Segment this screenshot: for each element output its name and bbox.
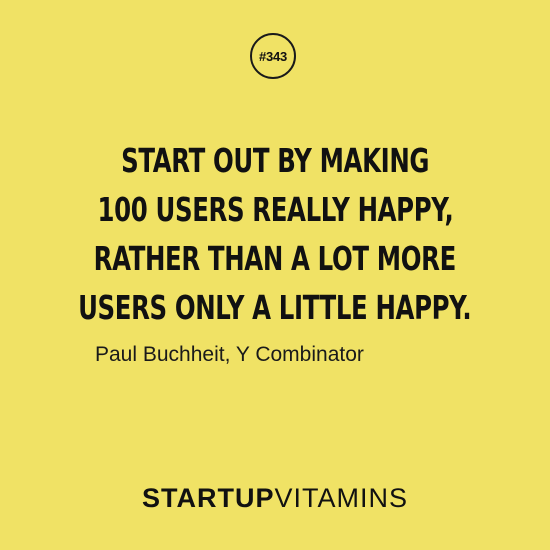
quote-card: #343 START OUT BY MAKING 100 USERS REALL… — [0, 0, 550, 550]
issue-number: #343 — [258, 48, 288, 64]
quote-line: RATHER THAN A LOT MORE — [0, 234, 550, 283]
quote-line-text: 100 USERS REALLY HAPPY, — [97, 190, 453, 229]
quote-author: Paul Buchheit, Y Combinator — [95, 343, 364, 366]
quote-line-text: USERS ONLY A LITTLE HAPPY. — [78, 288, 472, 327]
brand-logo: STARTUPVITAMINS — [0, 483, 550, 514]
quote-text: START OUT BY MAKING 100 USERS REALLY HAP… — [0, 136, 550, 332]
issue-number-badge: #343 — [250, 33, 296, 79]
quote-line: 100 USERS REALLY HAPPY, — [0, 185, 550, 234]
brand-logo-part1: STARTUP — [141, 483, 275, 513]
quote-line: START OUT BY MAKING — [0, 136, 550, 185]
quote-line-text: START OUT BY MAKING — [120, 141, 429, 180]
quote-line-text: RATHER THAN A LOT MORE — [93, 239, 457, 278]
quote-line: USERS ONLY A LITTLE HAPPY. — [0, 283, 550, 332]
brand-logo-part2: VITAMINS — [274, 483, 408, 513]
